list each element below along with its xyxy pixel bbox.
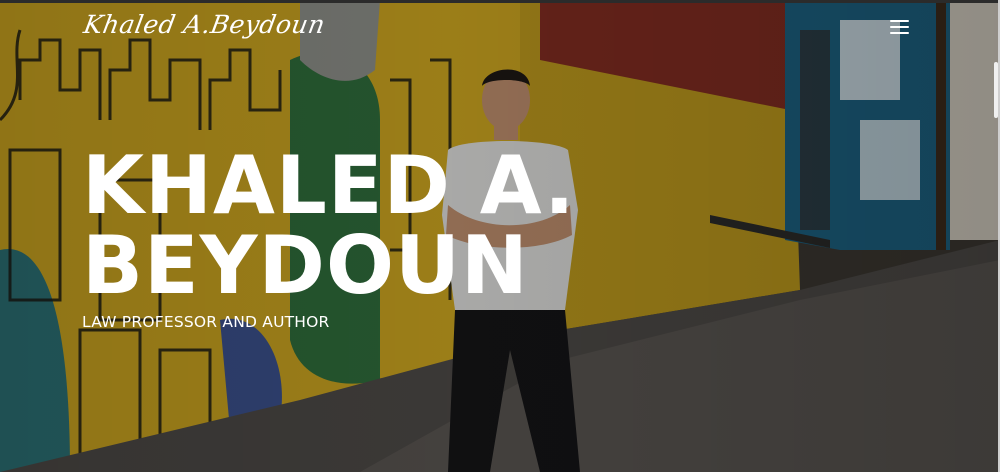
menu-bar <box>890 32 909 34</box>
site-logo[interactable]: Khaled A.Beydoun <box>81 10 327 39</box>
hero-title-line-2: BEYDOUN <box>82 219 529 312</box>
hamburger-menu-icon[interactable] <box>888 18 912 36</box>
menu-bar <box>890 26 909 28</box>
hero-title-line-1: KHALED A. <box>82 139 576 232</box>
menu-bar <box>890 20 909 22</box>
browser-edge <box>0 0 1000 3</box>
hero-subtitle: LAW PROFESSOR AND AUTHOR <box>82 313 330 331</box>
hero-section: Khaled A.Beydoun KHALED A. BEYDOUN LAW P… <box>0 0 1000 472</box>
hero-title: KHALED A. BEYDOUN <box>82 146 576 306</box>
